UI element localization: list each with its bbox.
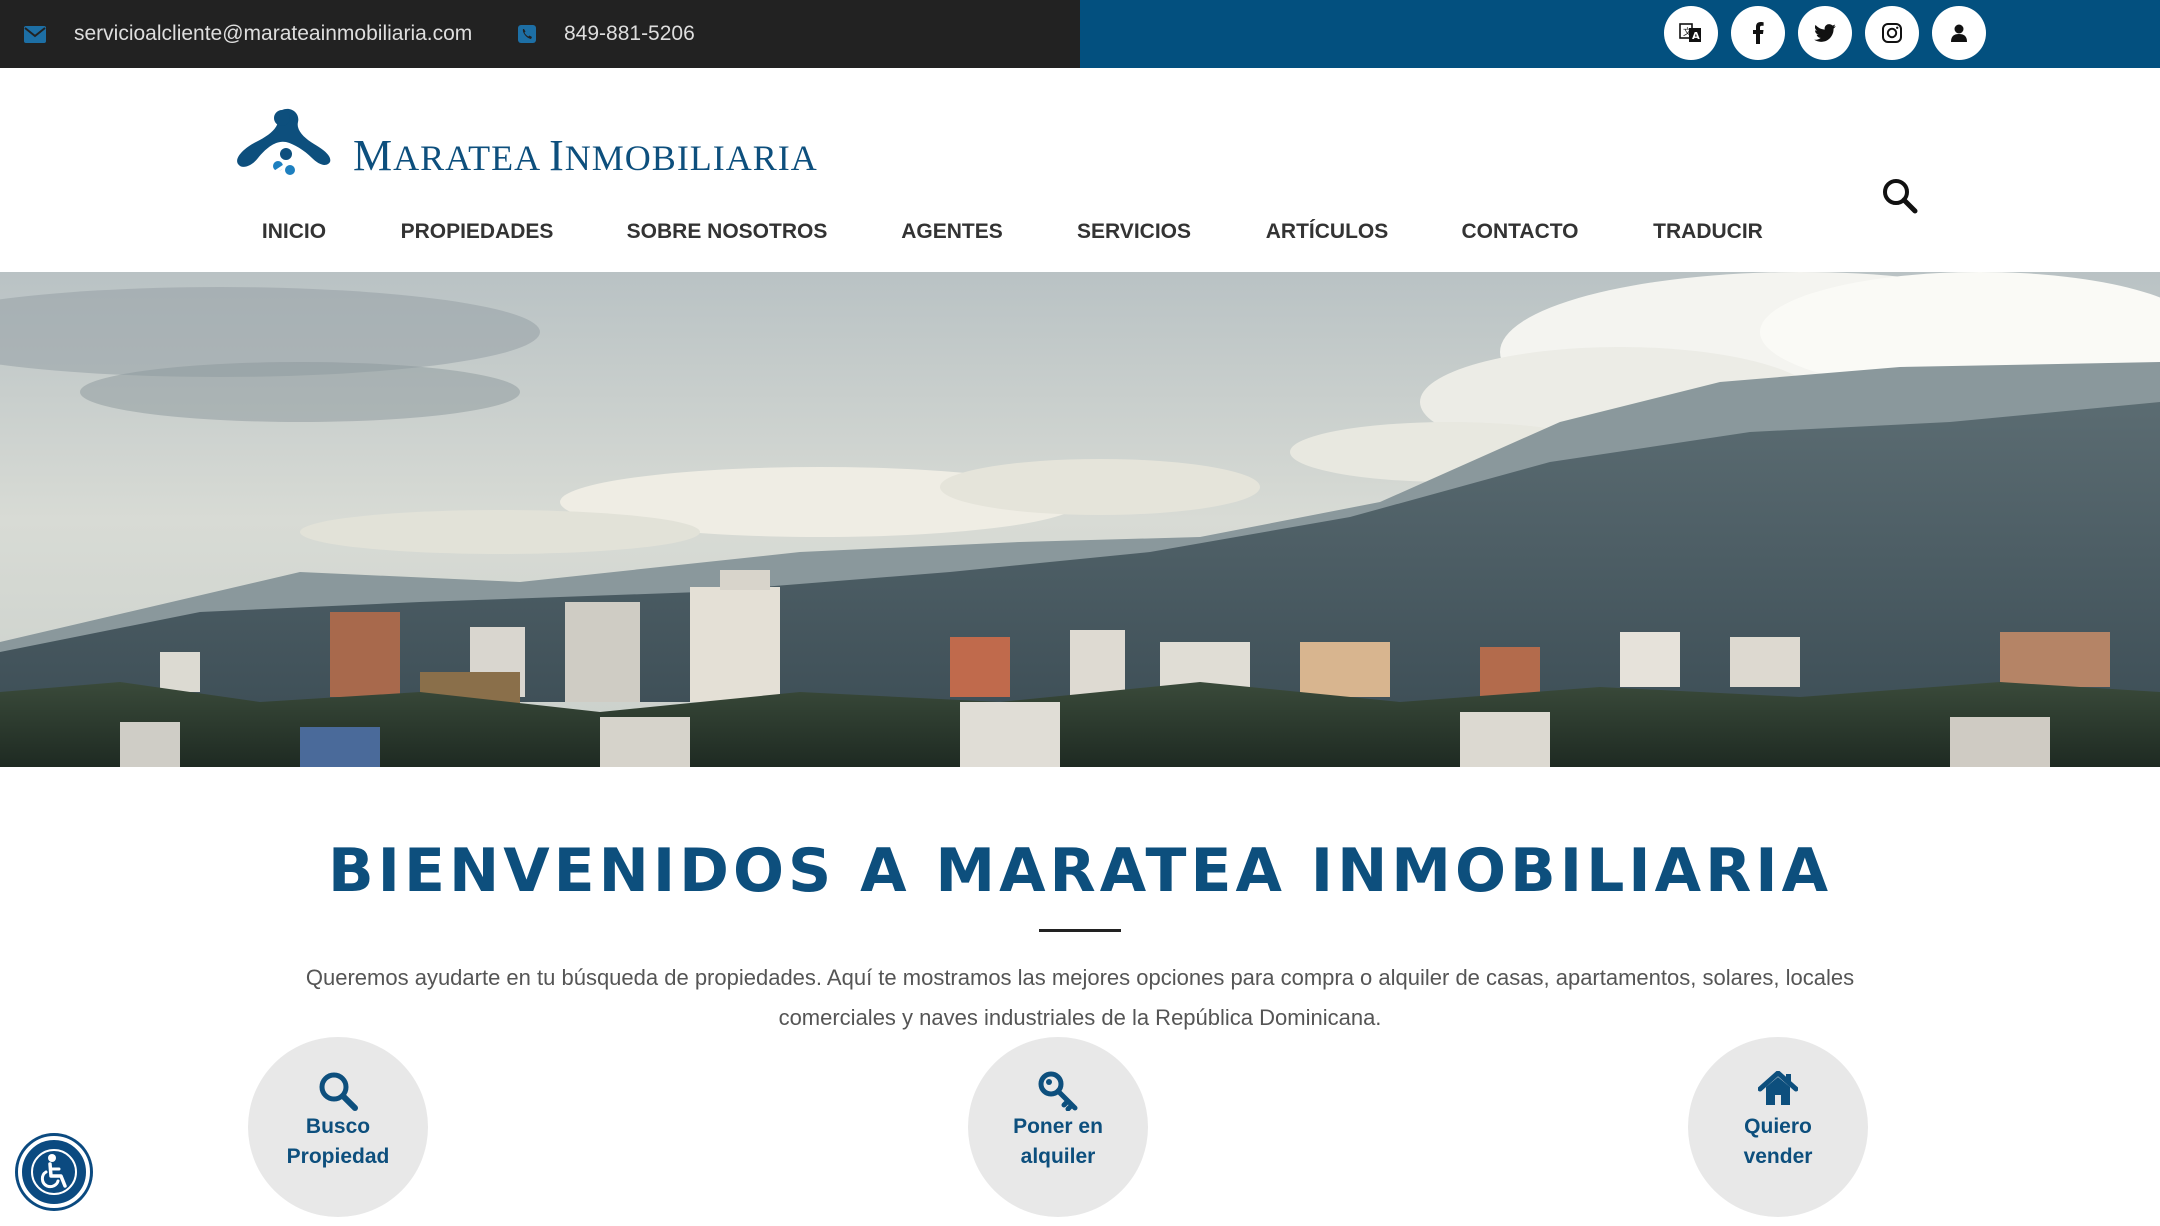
search-icon	[319, 1072, 358, 1111]
intro-line-1: Queremos ayudarte en tu búsqueda de prop…	[305, 965, 1855, 990]
top-bar-contact-area: servicioalcliente@marateainmobiliaria.co…	[0, 0, 1080, 68]
phone-link[interactable]: 849-881-5206	[518, 0, 695, 68]
phone-icon	[518, 25, 536, 43]
accessibility-icon	[31, 1149, 77, 1195]
heading-divider	[1039, 929, 1121, 932]
city-skyline-image	[0, 272, 2160, 767]
hero-banner	[0, 272, 2160, 767]
nav-servicios[interactable]: SERVICIOS	[1077, 220, 1191, 244]
translate-button[interactable]: 文A	[1664, 6, 1718, 60]
search-icon	[1883, 179, 1918, 214]
instagram-icon	[1882, 23, 1902, 43]
service-label-line2: alquiler	[1020, 1145, 1096, 1168]
facebook-button[interactable]	[1731, 6, 1785, 60]
nav-articulos[interactable]: ARTÍCULOS	[1266, 220, 1389, 244]
email-link[interactable]: servicioalcliente@marateainmobiliaria.co…	[24, 0, 472, 68]
main-navigation: INICIO PROPIEDADES SOBRE NOSOTROS AGENTE…	[0, 68, 2160, 272]
service-label: Poner en alquiler	[968, 1112, 1148, 1172]
welcome-intro: Queremos ayudarte en tu búsqueda de prop…	[240, 958, 1920, 1038]
service-poner-en-alquiler[interactable]: Poner en alquiler	[968, 1037, 1148, 1217]
site-header: MARATEA INMOBILIARIA INICIO PROPIEDADES …	[0, 68, 2160, 272]
user-icon	[1951, 24, 1967, 42]
facebook-icon	[1753, 22, 1764, 44]
intro-line-2: comerciales y naves industriales de la R…	[778, 1005, 1382, 1030]
service-label: Quiero vender	[1688, 1112, 1868, 1172]
nav-propiedades[interactable]: PROPIEDADES	[401, 220, 554, 244]
accessibility-button[interactable]	[18, 1136, 90, 1208]
envelope-icon	[24, 25, 46, 43]
header-search-button[interactable]	[1882, 178, 1922, 218]
nav-inicio[interactable]: INICIO	[262, 220, 326, 244]
welcome-heading: BIENVENIDOS A MARATEA INMOBILIARIA	[327, 836, 1833, 906]
service-label-line2: Propiedad	[286, 1145, 390, 1168]
home-icon	[1758, 1071, 1798, 1105]
email-text: servicioalcliente@marateainmobiliaria.co…	[74, 22, 473, 45]
translate-icon: 文A	[1679, 23, 1701, 42]
twitter-icon	[1814, 24, 1836, 42]
top-bar: servicioalcliente@marateainmobiliaria.co…	[0, 0, 2160, 68]
service-label-line2: vender	[1743, 1145, 1813, 1168]
instagram-button[interactable]	[1865, 6, 1919, 60]
nav-contacto[interactable]: CONTACTO	[1461, 220, 1578, 244]
service-busco-propiedad[interactable]: Busco Propiedad	[248, 1037, 428, 1217]
key-icon	[1038, 1071, 1078, 1111]
service-label-line1: Poner en	[1013, 1115, 1103, 1138]
nav-agentes[interactable]: AGENTES	[901, 220, 1003, 244]
nav-traducir[interactable]: TRADUCIR	[1653, 220, 1763, 244]
service-label-line1: Quiero	[1744, 1115, 1812, 1138]
phone-text: 849-881-5206	[564, 22, 695, 45]
svg-text:文: 文	[1683, 26, 1692, 38]
service-label: Busco Propiedad	[248, 1112, 428, 1172]
service-label-line1: Busco	[305, 1115, 371, 1138]
user-account-button[interactable]	[1932, 6, 1986, 60]
nav-sobre-nosotros[interactable]: SOBRE NOSOTROS	[627, 220, 828, 244]
twitter-button[interactable]	[1798, 6, 1852, 60]
svg-text:A: A	[1692, 31, 1700, 42]
top-bar-social-area: 文A	[1080, 0, 2160, 68]
service-quiero-vender[interactable]: Quiero vender	[1688, 1037, 1868, 1217]
